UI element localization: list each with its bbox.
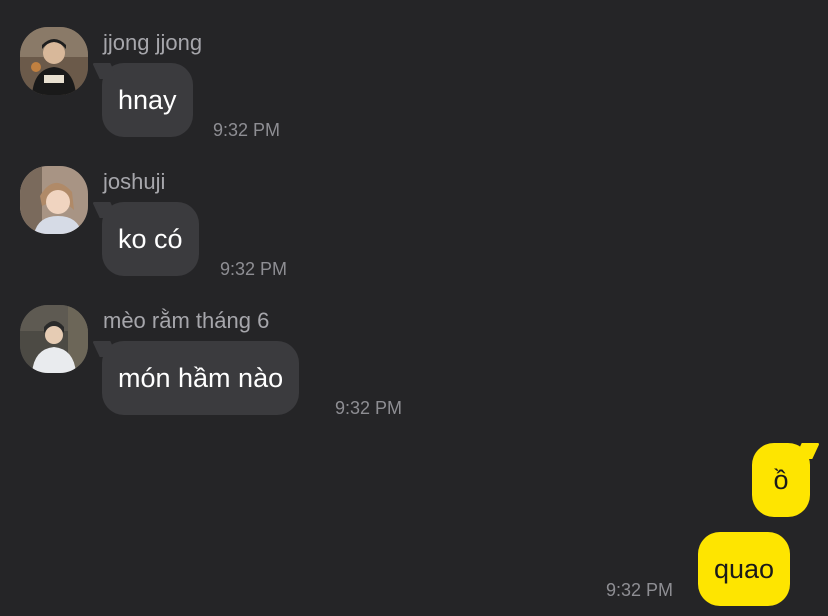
sender-name: jjong jjong: [103, 30, 203, 55]
sender-avatar[interactable]: [20, 27, 88, 95]
sender-avatar[interactable]: [20, 305, 88, 373]
message-bubble[interactable]: ko có: [102, 202, 199, 276]
sender-name: joshuji: [103, 169, 166, 194]
avatar-icon: [20, 27, 88, 95]
outgoing-message-bubble[interactable]: quao: [698, 532, 791, 606]
message-timestamp: 9:32 PM: [606, 580, 674, 600]
message-bubble[interactable]: hnay: [102, 63, 193, 137]
message-timestamp: 9:32 PM: [220, 259, 288, 279]
message-timestamp: 9:32 PM: [213, 120, 281, 140]
message-bubble[interactable]: món hầm nào: [102, 341, 300, 415]
message-timestamp: 9:32 PM: [335, 398, 403, 418]
outgoing-message-bubble[interactable]: ồ: [752, 443, 810, 517]
sender-name: mèo rằm tháng 6: [103, 308, 270, 333]
sender-avatar[interactable]: [20, 166, 88, 234]
chat-screen: jjong jjong hnay 9:32 PM joshuji ko có 9…: [0, 0, 828, 616]
avatar-icon: [20, 166, 88, 234]
avatar-icon: [20, 305, 88, 373]
